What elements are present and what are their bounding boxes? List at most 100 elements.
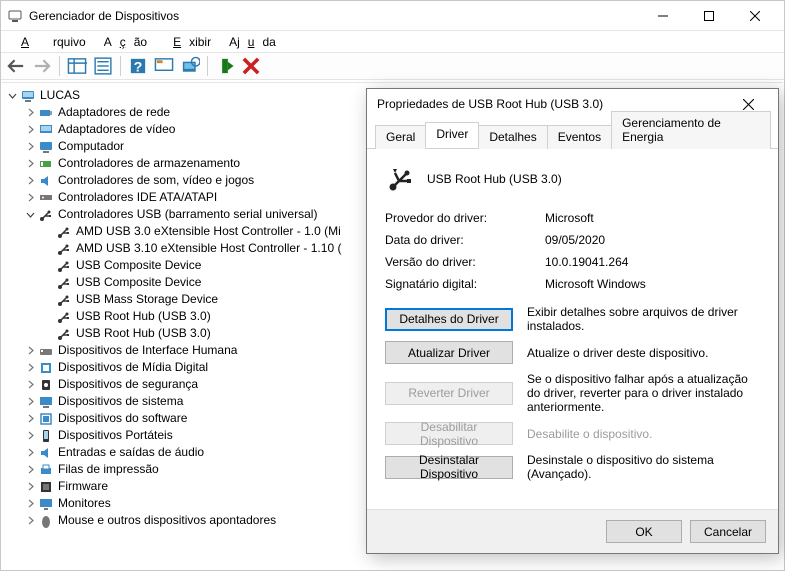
driver-version-label: Versão do driver: [385, 255, 545, 269]
expand-icon[interactable] [24, 123, 37, 136]
tree-item-label: AMD USB 3.0 eXtensible Host Controller -… [76, 223, 349, 240]
menubar: Arquivo Ação Exibir Ajuda [1, 31, 784, 52]
usb-controller-icon [38, 207, 54, 223]
collapse-icon[interactable] [6, 89, 19, 102]
expand-icon[interactable] [24, 378, 37, 391]
uninstall-device-button[interactable]: Desinstalar Dispositivo [385, 456, 513, 479]
rollback-driver-button: Reverter Driver [385, 382, 513, 405]
expand-icon[interactable] [24, 174, 37, 187]
driver-date-label: Data do driver: [385, 233, 545, 247]
expand-icon[interactable] [24, 395, 37, 408]
digital-media-icon [38, 360, 54, 376]
driver-signer-label: Signatário digital: [385, 277, 545, 291]
back-button[interactable] [5, 55, 27, 77]
help-button[interactable]: ? [127, 55, 149, 77]
show-hide-tree-button[interactable] [66, 55, 88, 77]
update-driver-button[interactable]: Atualizar Driver [385, 341, 513, 364]
menu-file[interactable]: Arquivo [5, 33, 94, 51]
app-icon [7, 8, 23, 24]
device-header: USB Root Hub (USB 3.0) [385, 163, 760, 195]
toolbar: ? [1, 52, 784, 80]
expand-icon[interactable] [24, 361, 37, 374]
driver-version-value: 10.0.19041.264 [545, 255, 628, 269]
usb-device-icon [56, 309, 72, 325]
monitor-icon [38, 496, 54, 512]
expand-icon[interactable] [24, 344, 37, 357]
toolbar-separator [59, 56, 60, 76]
device-name: USB Root Hub (USB 3.0) [427, 172, 562, 186]
computer-icon [38, 139, 54, 155]
expand-icon[interactable] [24, 514, 37, 527]
toolbar-separator [120, 56, 121, 76]
tab-driver[interactable]: Driver [425, 122, 479, 148]
titlebar: Gerenciador de Dispositivos [1, 1, 784, 31]
scan-hardware-button[interactable] [179, 55, 201, 77]
svg-text:?: ? [134, 60, 143, 76]
info-row: Versão do driver: 10.0.19041.264 [385, 255, 760, 269]
sound-controller-icon [38, 173, 54, 189]
storage-controller-icon [38, 156, 54, 172]
collapse-icon[interactable] [24, 208, 37, 221]
expand-icon[interactable] [24, 463, 37, 476]
tab-strip: Geral Driver Detalhes Eventos Gerenciame… [367, 119, 778, 149]
tree-root-label: LUCAS [40, 87, 88, 104]
menu-action[interactable]: Ação [96, 33, 155, 51]
usb-device-icon [56, 326, 72, 342]
action-row: Reverter Driver Se o dispositivo falhar … [385, 372, 760, 414]
tree-item-label: USB Root Hub (USB 3.0) [76, 308, 219, 325]
menu-help[interactable]: Ajuda [221, 33, 284, 51]
properties-button[interactable] [92, 55, 114, 77]
expand-icon[interactable] [24, 412, 37, 425]
tab-details[interactable]: Detalhes [478, 125, 547, 149]
tree-item-label: AMD USB 3.10 eXtensible Host Controller … [76, 240, 349, 257]
dialog-title: Propriedades de USB Root Hub (USB 3.0) [377, 97, 728, 111]
action-row: Atualizar Driver Atualize o driver deste… [385, 341, 760, 364]
software-device-icon [38, 411, 54, 427]
disable-device-desc: Desabilite o dispositivo. [527, 427, 760, 441]
maximize-button[interactable] [686, 1, 732, 31]
tab-general[interactable]: Geral [375, 125, 426, 149]
driver-provider-value: Microsoft [545, 211, 594, 225]
expand-icon[interactable] [24, 446, 37, 459]
tree-item-label: USB Mass Storage Device [76, 291, 226, 308]
expand-icon[interactable] [24, 157, 37, 170]
forward-button[interactable] [31, 55, 53, 77]
usb-device-icon [56, 258, 72, 274]
action-row: Desinstalar Dispositivo Desinstale o dis… [385, 453, 760, 481]
cancel-button[interactable]: Cancelar [690, 520, 766, 543]
usb-device-icon [56, 275, 72, 291]
usb-device-icon [385, 163, 417, 195]
tree-item-label: USB Composite Device [76, 257, 209, 274]
mouse-icon [38, 513, 54, 529]
driver-details-desc: Exibir detalhes sobre arquivos de driver… [527, 305, 760, 333]
expand-icon[interactable] [24, 191, 37, 204]
tab-events[interactable]: Eventos [547, 125, 612, 149]
tree-item-label: USB Composite Device [76, 274, 209, 291]
uninstall-device-desc: Desinstale o dispositivo do sistema (Ava… [527, 453, 760, 481]
properties-dialog: Propriedades de USB Root Hub (USB 3.0) G… [366, 88, 779, 554]
usb-device-icon [56, 224, 72, 240]
enable-device-button[interactable] [214, 55, 236, 77]
update-driver-desc: Atualize o driver deste dispositivo. [527, 346, 760, 360]
usb-device-icon [56, 292, 72, 308]
dialog-body: USB Root Hub (USB 3.0) Provedor do drive… [367, 149, 778, 481]
expand-icon[interactable] [24, 140, 37, 153]
expand-icon[interactable] [24, 106, 37, 119]
info-row: Data do driver: 09/05/2020 [385, 233, 760, 247]
uninstall-device-button[interactable] [240, 55, 262, 77]
display-adapter-icon [38, 122, 54, 138]
rollback-driver-desc: Se o dispositivo falhar após a atualizaç… [527, 372, 760, 414]
close-button[interactable] [732, 1, 778, 31]
expand-icon[interactable] [24, 497, 37, 510]
ide-controller-icon [38, 190, 54, 206]
toolbar-icon[interactable] [153, 55, 175, 77]
menu-view[interactable]: Exibir [157, 33, 219, 51]
expand-icon[interactable] [24, 429, 37, 442]
firmware-icon [38, 479, 54, 495]
minimize-button[interactable] [640, 1, 686, 31]
expand-icon[interactable] [24, 480, 37, 493]
security-device-icon [38, 377, 54, 393]
tab-power-management[interactable]: Gerenciamento de Energia [611, 111, 771, 149]
ok-button[interactable]: OK [606, 520, 682, 543]
driver-details-button[interactable]: Detalhes do Driver [385, 308, 513, 331]
